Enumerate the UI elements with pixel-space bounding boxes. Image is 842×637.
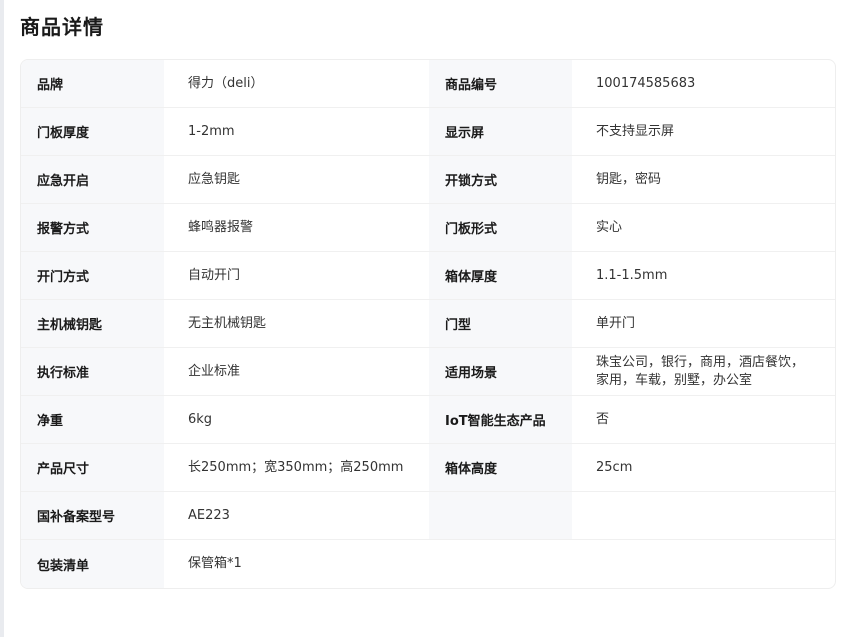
spec-value: 长250mm；宽350mm；高250mm [188, 459, 404, 475]
spec-label: 开门方式 [21, 252, 164, 299]
spec-value: 无主机械钥匙 [188, 315, 267, 331]
spec-row: 净重 6kg IoT智能生态产品 否 [21, 396, 835, 444]
spec-row: 产品尺寸 长250mm；宽350mm；高250mm 箱体高度 25cm [21, 444, 835, 492]
spec-row: 执行标准 企业标准 适用场景 珠宝公司，银行，商用，酒店餐饮，家用，车载，别墅，… [21, 348, 835, 396]
spec-row: 包装清单 保管箱*1 [21, 540, 835, 588]
spec-label-empty [429, 492, 572, 539]
spec-label: 国补备案型号 [21, 492, 164, 539]
spec-row: 开门方式 自动开门 箱体厚度 1.1-1.5mm [21, 252, 835, 300]
spec-value: 钥匙，密码 [596, 171, 662, 187]
spec-value: 应急钥匙 [188, 171, 241, 187]
spec-row: 主机械钥匙 无主机械钥匙 门型 单开门 [21, 300, 835, 348]
spec-label: 门型 [429, 300, 572, 347]
spec-label: 门板厚度 [21, 108, 164, 155]
spec-value: 否 [596, 411, 610, 427]
spec-label: 主机械钥匙 [21, 300, 164, 347]
spec-value: 实心 [596, 219, 623, 235]
spec-value: 蜂鸣器报警 [188, 219, 254, 235]
spec-value: 1-2mm [188, 123, 235, 139]
spec-value: 1.1-1.5mm [596, 267, 668, 283]
spec-table: 品牌 得力（deli） 商品编号 100174585683 门板厚度 1-2mm… [20, 59, 836, 589]
spec-label: 品牌 [21, 60, 164, 107]
spec-label: 箱体厚度 [429, 252, 572, 299]
spec-row: 品牌 得力（deli） 商品编号 100174585683 [21, 60, 835, 108]
spec-label: 产品尺寸 [21, 444, 164, 491]
product-details-page: 商品详情 品牌 得力（deli） 商品编号 100174585683 门板厚度 … [0, 0, 842, 637]
spec-row: 国补备案型号 AE223 [21, 492, 835, 540]
spec-value: 25cm [596, 459, 633, 475]
left-edge-divider [0, 0, 4, 637]
spec-value: 保管箱*1 [188, 556, 242, 571]
spec-label: 应急开启 [21, 156, 164, 203]
spec-row: 报警方式 蜂鸣器报警 门板形式 实心 [21, 204, 835, 252]
spec-label: 适用场景 [429, 348, 572, 395]
page-title: 商品详情 [20, 15, 104, 39]
spec-label: 净重 [21, 396, 164, 443]
spec-row: 门板厚度 1-2mm 显示屏 不支持显示屏 [21, 108, 835, 156]
spec-label: IoT智能生态产品 [429, 396, 572, 443]
spec-label: 包装清单 [21, 540, 164, 588]
spec-row: 应急开启 应急钥匙 开锁方式 钥匙，密码 [21, 156, 835, 204]
spec-value-empty [572, 492, 835, 539]
spec-value: 企业标准 [188, 363, 241, 379]
spec-value: AE223 [188, 507, 230, 523]
spec-label: 商品编号 [429, 60, 572, 107]
spec-label: 显示屏 [429, 108, 572, 155]
spec-label: 执行标准 [21, 348, 164, 395]
spec-value: 自动开门 [188, 267, 241, 283]
spec-value: 不支持显示屏 [596, 123, 675, 139]
spec-value: 单开门 [596, 315, 636, 331]
spec-label: 箱体高度 [429, 444, 572, 491]
spec-value: 珠宝公司，银行，商用，酒店餐饮，家用，车载，别墅，办公室 [596, 354, 805, 388]
spec-value: 100174585683 [596, 75, 696, 91]
spec-label: 门板形式 [429, 204, 572, 251]
spec-value: 6kg [188, 411, 213, 427]
spec-label: 报警方式 [21, 204, 164, 251]
spec-label: 开锁方式 [429, 156, 572, 203]
spec-value: 得力（deli） [188, 75, 264, 91]
